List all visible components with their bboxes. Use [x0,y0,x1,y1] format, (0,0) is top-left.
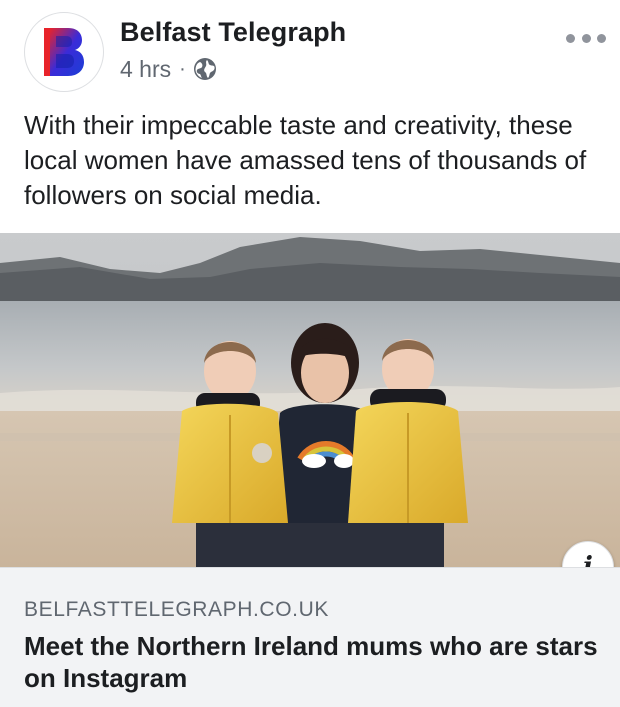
meta-separator: · [179,57,186,80]
dot [581,33,591,43]
dot [597,33,606,43]
post-text: With their impeccable taste and creativi… [24,110,587,210]
belfast-telegraph-logo [44,28,84,76]
dot [566,33,575,43]
more-options-icon[interactable] [566,30,606,46]
post-timestamp[interactable]: 4 hrs [120,56,171,83]
beach-photo [0,233,620,567]
link-preview-image[interactable] [0,233,620,567]
link-preview-caption[interactable]: BELFASTTELEGRAPH.CO.UK Meet the Northern… [0,567,620,707]
post-meta: 4 hrs · [120,55,217,83]
link-title[interactable]: Meet the Northern Ireland mums who are s… [24,630,604,694]
post-header: Belfast Telegraph 4 hrs · [0,0,620,100]
page-avatar[interactable] [24,12,104,92]
globe-icon[interactable] [193,57,217,81]
link-domain: BELFASTTELEGRAPH.CO.UK [24,598,329,621]
page-name[interactable]: Belfast Telegraph [120,17,346,48]
